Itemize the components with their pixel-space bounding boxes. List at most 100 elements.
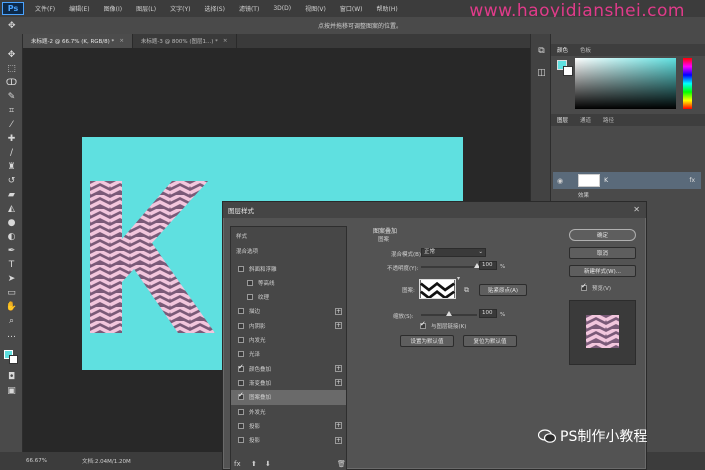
link-with-layer-option[interactable]: 与图层链接(K) [420,320,466,330]
menu-type[interactable]: 文字(Y) [163,4,197,13]
new-style-button[interactable]: 新建样式(W)... [569,265,636,277]
pattern-dropdown-icon[interactable]: ▾ [457,275,460,282]
style-checkbox[interactable] [238,265,244,272]
move-down-icon[interactable]: ⬇ [265,460,271,468]
tab-layers[interactable]: 图层 [551,116,574,124]
tab-color[interactable]: 颜色 [551,46,574,54]
ok-button[interactable]: 确定 [569,229,636,241]
marquee-tool-icon[interactable]: ⬚ [5,64,18,75]
doc-tab-inactive[interactable]: 未标题-3 @ 800% (图层1...) * × [133,34,237,48]
brush-tool-icon[interactable]: ∕ [5,148,18,159]
layer-row-k[interactable]: ◉ K fx [553,172,701,189]
style-item[interactable]: 内发光 [231,333,346,348]
preview-option[interactable]: 预览(V) [581,282,611,292]
new-preset-icon[interactable]: ⧉ [464,286,469,295]
tab-channels[interactable]: 通道 [574,116,597,124]
menu-help[interactable]: 帮助(H) [370,4,405,13]
visibility-eye-icon[interactable]: ◉ [557,177,563,185]
crop-tool-icon[interactable]: ⌗ [5,106,18,117]
type-tool-icon[interactable]: T [5,260,18,271]
style-checkbox[interactable] [238,363,244,372]
layer-name[interactable]: K [604,177,608,184]
move-tool-icon[interactable]: ✥ [5,50,18,61]
add-style-icon[interactable]: + [335,436,342,444]
style-checkbox[interactable] [238,351,244,358]
style-item[interactable]: 光泽 [231,347,346,362]
style-checkbox[interactable] [238,422,244,429]
zoom-tool-icon[interactable]: ⌕ [5,316,18,327]
close-icon[interactable]: ✕ [633,205,640,214]
pattern-picker[interactable] [419,279,456,299]
styles-header[interactable]: 样式 [236,232,247,240]
set-default-button[interactable]: 设置为默认值 [400,335,454,347]
fx-icon[interactable]: fx [689,177,695,184]
style-item[interactable]: 图案叠加 [231,389,346,405]
reset-default-button[interactable]: 复位为默认值 [463,335,517,347]
menu-image[interactable]: 图像(I) [97,4,129,13]
background-color-swatch[interactable] [9,355,18,364]
style-item[interactable]: 等高线 [231,275,346,290]
cancel-button[interactable]: 取消 [569,247,636,259]
quick-select-tool-icon[interactable]: ✎ [5,92,18,103]
style-item[interactable]: 投影 + [231,418,346,433]
add-style-icon[interactable]: + [335,365,342,373]
fx-icon[interactable]: fx [234,460,241,468]
hand-tool-icon[interactable]: ✋ [5,302,18,313]
style-checkbox[interactable] [238,322,244,329]
style-checkbox[interactable] [238,437,244,444]
style-item[interactable]: 内阴影 + [231,318,346,333]
quick-mask-icon[interactable]: ◘ [5,372,18,383]
menu-layer[interactable]: 图层(L) [129,4,163,13]
tab-swatches[interactable]: 色板 [574,46,597,54]
trash-icon[interactable]: 🗑 [337,460,346,468]
style-checkbox[interactable] [238,391,244,401]
opacity-input[interactable]: 100 [479,261,497,270]
blend-mode-select[interactable]: 正常 ⌄ [421,248,486,257]
more-tools-icon[interactable]: … [5,330,18,341]
doc-tab-active[interactable]: 未标题-2 @ 66.7% (K, RGB/8) * × [23,34,133,48]
add-style-icon[interactable]: + [335,322,342,330]
menu-edit[interactable]: 编辑(E) [62,4,96,13]
style-item[interactable]: 斜面和浮雕 [231,261,346,276]
style-checkbox[interactable] [247,279,253,286]
menu-3d[interactable]: 3D(D) [266,5,298,12]
style-item[interactable]: 渐变叠加 + [231,375,346,390]
tab-paths[interactable]: 路径 [597,116,620,124]
style-checkbox[interactable] [238,408,244,415]
dodge-tool-icon[interactable]: ◐ [5,232,18,243]
pen-tool-icon[interactable]: ✒ [5,246,18,257]
properties-panel-icon[interactable]: ◫ [535,68,548,79]
opacity-slider[interactable] [421,266,477,268]
history-panel-icon[interactable]: ⧉ [535,46,548,57]
link-with-layer-checkbox[interactable] [420,320,426,329]
layer-effects-label[interactable]: 效果 [578,191,589,199]
preview-checkbox[interactable] [581,282,587,291]
shape-tool-icon[interactable]: ▭ [5,288,18,299]
move-up-icon[interactable]: ⬆ [251,460,257,468]
stamp-tool-icon[interactable]: ♜ [5,162,18,173]
healing-tool-icon[interactable]: ✚ [5,134,18,145]
add-style-icon[interactable]: + [335,422,342,430]
style-item[interactable]: 颜色叠加 + [231,361,346,376]
style-checkbox[interactable] [238,308,244,315]
style-item[interactable]: 描边 + [231,304,346,319]
eyedropper-tool-icon[interactable]: ⁄ [5,120,18,131]
style-checkbox[interactable] [238,337,244,343]
close-icon[interactable]: × [119,38,124,44]
add-style-icon[interactable]: + [335,307,342,315]
add-style-icon[interactable]: + [335,379,342,387]
lasso-tool-icon[interactable]: ↀ [5,78,18,89]
color-panel-bg-swatch[interactable] [563,66,573,76]
style-item[interactable]: 投影 + [231,433,346,448]
hue-slider[interactable] [683,58,692,109]
style-item[interactable]: 纹理 [231,290,346,305]
menu-window[interactable]: 窗口(W) [333,4,370,13]
history-brush-tool-icon[interactable]: ↺ [5,176,18,187]
screen-mode-icon[interactable]: ▣ [5,386,18,397]
move-tool-icon[interactable]: ✥ [8,21,16,31]
menu-filter[interactable]: 滤镜(T) [232,4,266,13]
blur-tool-icon[interactable]: ● [5,218,18,229]
scale-input[interactable]: 100 [479,309,497,318]
menu-view[interactable]: 视图(V) [298,4,333,13]
blend-options-item[interactable]: 混合选项 [236,247,258,255]
